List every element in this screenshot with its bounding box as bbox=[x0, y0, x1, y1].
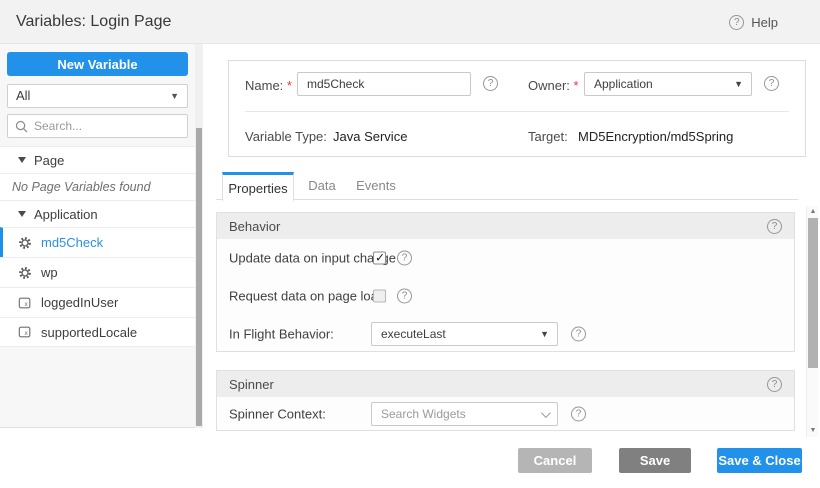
update-data-help-icon[interactable]: ? bbox=[397, 251, 412, 266]
gear-icon bbox=[18, 236, 32, 250]
variable-type-value: Java Service bbox=[333, 129, 407, 144]
variable-type-label: Variable Type: bbox=[245, 129, 327, 144]
variable-item-wp[interactable]: wp bbox=[0, 257, 195, 287]
spinner-section-title: Spinner bbox=[229, 377, 274, 392]
page-empty-message: No Page Variables found bbox=[0, 173, 195, 200]
tree-group-application[interactable]: Application bbox=[0, 200, 195, 227]
in-flight-select[interactable]: executeLast ▼ bbox=[371, 322, 558, 346]
spinner-section: Spinner ? Spinner Context: Search Widget… bbox=[216, 370, 795, 431]
variables-dialog: Variables: Login Page ? Help New Variabl… bbox=[0, 0, 820, 488]
behavior-section: Behavior ? Update data on input change ?… bbox=[216, 212, 795, 352]
variable-filter-value: All bbox=[16, 88, 30, 103]
tab-events[interactable]: Events bbox=[348, 172, 404, 200]
in-flight-row: In Flight Behavior: executeLast ▼ ? bbox=[217, 315, 794, 353]
gear-icon bbox=[18, 266, 32, 280]
variable-item-loggedinuser[interactable]: x loggedInUser bbox=[0, 287, 195, 317]
request-data-row: Request data on page load ? bbox=[217, 277, 794, 315]
scroll-up-icon[interactable]: ▲ bbox=[807, 206, 819, 218]
search-input[interactable] bbox=[34, 119, 180, 133]
update-data-row: Update data on input change ? bbox=[217, 239, 794, 277]
dialog-header: Variables: Login Page ? Help bbox=[0, 0, 820, 44]
variable-item-label: supportedLocale bbox=[41, 325, 137, 340]
variable-filter-select[interactable]: All ▼ bbox=[7, 84, 188, 108]
svg-text:x: x bbox=[24, 301, 28, 308]
spinner-context-help-icon[interactable]: ? bbox=[571, 407, 586, 422]
variable-item-supportedlocale[interactable]: x supportedLocale bbox=[0, 317, 195, 347]
properties-scrollbar[interactable]: ▲ ▼ bbox=[806, 206, 818, 437]
request-data-label: Request data on page load bbox=[229, 289, 385, 304]
variable-item-label: wp bbox=[41, 265, 58, 280]
tab-data[interactable]: Data bbox=[296, 172, 348, 200]
request-data-help-icon[interactable]: ? bbox=[397, 289, 412, 304]
chevron-down-icon bbox=[541, 408, 551, 418]
help-icon: ? bbox=[729, 15, 744, 30]
sidebar-search bbox=[7, 114, 188, 138]
tab-properties[interactable]: Properties bbox=[222, 172, 294, 201]
variable-item-md5check[interactable]: md5Check bbox=[0, 227, 195, 257]
target-value: MD5Encryption/md5Spring bbox=[578, 129, 733, 144]
save-button[interactable]: Save bbox=[619, 448, 691, 473]
owner-help-icon[interactable]: ? bbox=[764, 76, 779, 91]
scroll-down-icon[interactable]: ▼ bbox=[807, 425, 819, 437]
in-flight-select-value: executeLast bbox=[381, 327, 446, 341]
help-label: Help bbox=[751, 15, 778, 30]
variable-item-label: md5Check bbox=[41, 235, 103, 250]
name-input[interactable] bbox=[297, 72, 471, 96]
properties-scrollbar-thumb[interactable] bbox=[808, 218, 818, 368]
variables-tree: Page No Page Variables found Application… bbox=[0, 146, 195, 347]
svg-text:x: x bbox=[24, 330, 28, 337]
variable-box-icon: x bbox=[18, 325, 32, 339]
collapse-triangle-icon bbox=[18, 211, 26, 217]
help-link[interactable]: ? Help bbox=[729, 0, 778, 44]
name-label: Name: * bbox=[245, 78, 292, 93]
sidebar-scrollbar-thumb[interactable] bbox=[196, 128, 202, 426]
name-help-icon[interactable]: ? bbox=[483, 76, 498, 91]
in-flight-label: In Flight Behavior: bbox=[229, 327, 334, 342]
owner-select[interactable]: Application ▼ bbox=[584, 72, 752, 96]
spinner-section-header: Spinner ? bbox=[217, 371, 794, 397]
update-data-checkbox[interactable] bbox=[373, 252, 386, 265]
new-variable-button[interactable]: New Variable bbox=[7, 52, 188, 76]
spinner-help-icon[interactable]: ? bbox=[767, 377, 782, 392]
sidebar-scrollbar[interactable] bbox=[195, 44, 203, 428]
variable-info-panel: Name: * ? Owner: * Application ▼ ? Varia… bbox=[228, 60, 806, 157]
save-and-close-button[interactable]: Save & Close bbox=[717, 448, 802, 473]
tree-group-application-label: Application bbox=[34, 207, 98, 222]
variables-sidebar: New Variable All ▼ Page No Page Variable… bbox=[0, 44, 195, 428]
in-flight-help-icon[interactable]: ? bbox=[571, 327, 586, 342]
chevron-down-icon: ▼ bbox=[734, 73, 743, 95]
tree-group-page[interactable]: Page bbox=[0, 146, 195, 173]
target-label: Target: bbox=[528, 129, 568, 144]
search-icon bbox=[15, 120, 28, 133]
spinner-context-select[interactable]: Search Widgets bbox=[371, 402, 558, 426]
chevron-down-icon: ▼ bbox=[170, 85, 179, 107]
cancel-button[interactable]: Cancel bbox=[518, 448, 592, 473]
tree-group-page-label: Page bbox=[34, 153, 64, 168]
collapse-triangle-icon bbox=[18, 157, 26, 163]
owner-label: Owner: * bbox=[528, 78, 579, 93]
page-title: Variables: Login Page bbox=[16, 0, 171, 44]
spinner-context-row: Spinner Context: Search Widgets ? bbox=[217, 397, 794, 431]
variable-box-icon: x bbox=[18, 296, 32, 310]
request-data-checkbox[interactable] bbox=[373, 290, 386, 303]
spinner-context-label: Spinner Context: bbox=[229, 407, 326, 422]
behavior-section-title: Behavior bbox=[229, 219, 280, 234]
spinner-context-placeholder: Search Widgets bbox=[381, 407, 466, 421]
required-marker: * bbox=[574, 78, 579, 93]
behavior-help-icon[interactable]: ? bbox=[767, 219, 782, 234]
update-data-label: Update data on input change bbox=[229, 251, 396, 266]
behavior-section-header: Behavior ? bbox=[217, 213, 794, 239]
required-marker: * bbox=[287, 78, 292, 93]
info-divider bbox=[245, 111, 789, 112]
variable-item-label: loggedInUser bbox=[41, 295, 118, 310]
chevron-down-icon: ▼ bbox=[540, 323, 549, 345]
owner-select-value: Application bbox=[594, 77, 653, 91]
